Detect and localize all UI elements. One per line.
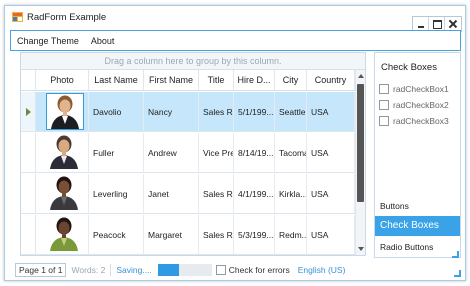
cell-first-name[interactable]: Janet xyxy=(144,174,199,213)
cell-country[interactable]: USA xyxy=(307,174,355,213)
cell-first-name[interactable]: Andrew xyxy=(144,133,199,172)
table-row[interactable]: PeacockMargaretSales Re...5/3/199...Redm… xyxy=(21,215,355,255)
employees-grid: Drag a column here to group by this colu… xyxy=(20,52,366,256)
cell-last-name[interactable]: Fuller xyxy=(89,133,144,172)
cell-city[interactable]: Kirkla... xyxy=(275,174,307,213)
row-indicator[interactable] xyxy=(21,133,36,172)
employee-photo xyxy=(46,175,84,212)
table-row[interactable]: DavolioNancySales Re...5/1/199...Seattle… xyxy=(21,92,355,132)
person-photo-icon xyxy=(51,95,79,129)
panel-title: Check Boxes xyxy=(381,62,437,73)
header-indicator xyxy=(21,70,36,90)
scroll-thumb[interactable] xyxy=(357,84,364,202)
column-header-last-name[interactable]: Last Name xyxy=(89,70,144,90)
cell-last-name[interactable]: Peacock xyxy=(89,215,144,254)
menu-change-theme[interactable]: Change Theme xyxy=(11,36,85,46)
checkbox-label: radCheckBox2 xyxy=(393,100,449,110)
table-row[interactable]: LeverlingJanetSales Re...4/1/199...Kirkl… xyxy=(21,174,355,214)
row-indicator[interactable] xyxy=(21,215,36,254)
cell-last-name[interactable]: Leverling xyxy=(89,174,144,213)
nav-item-check-boxes[interactable]: Check Boxes xyxy=(375,216,460,236)
menu-about[interactable]: About xyxy=(85,36,121,46)
saving-status: Saving.... xyxy=(116,265,152,275)
window-title: RadForm Example xyxy=(27,12,107,23)
cell-city[interactable]: Seattle xyxy=(275,92,307,131)
progress-fill xyxy=(157,264,180,276)
cell-hire-date[interactable]: 5/1/199... xyxy=(234,92,275,131)
row-indicator[interactable] xyxy=(21,92,36,131)
window-resize-grip-icon[interactable] xyxy=(454,270,461,277)
nav-item-buttons[interactable]: Buttons xyxy=(375,201,460,211)
column-header-city[interactable]: City xyxy=(275,70,307,90)
scroll-down-arrow-icon[interactable] xyxy=(358,247,364,251)
cell-first-name[interactable]: Nancy xyxy=(144,92,199,131)
checkbox-2[interactable]: radCheckBox2 xyxy=(379,100,449,110)
column-header-first-name[interactable]: First Name xyxy=(144,70,199,90)
cell-country[interactable]: USA xyxy=(307,215,355,254)
cell-country[interactable]: USA xyxy=(307,133,355,172)
cell-title[interactable]: Sales Re... xyxy=(199,92,234,131)
column-header-country[interactable]: Country xyxy=(307,70,355,90)
column-header-title[interactable]: Title xyxy=(199,70,234,90)
cell-hire-date[interactable]: 8/14/19... xyxy=(234,133,275,172)
person-photo-icon xyxy=(50,135,78,169)
main-window: RadForm Example Change Theme About Drag … xyxy=(4,5,466,281)
employee-photo xyxy=(46,216,84,253)
minimize-button[interactable] xyxy=(413,17,429,31)
check-for-errors-label: Check for errors xyxy=(228,265,290,275)
cell-city[interactable]: Tacoma xyxy=(275,133,307,172)
panel-resize-grip-icon[interactable] xyxy=(452,251,459,258)
close-button[interactable] xyxy=(445,17,461,31)
vertical-scrollbar[interactable] xyxy=(355,70,365,255)
checkbox-3[interactable]: radCheckBox3 xyxy=(379,116,449,126)
app-icon xyxy=(12,12,23,22)
checkbox-square[interactable] xyxy=(379,100,389,110)
photo-cell[interactable] xyxy=(36,133,89,172)
cell-title[interactable]: Sales Re... xyxy=(199,174,234,213)
status-bar: Page 1 of 1 Words: 2 Saving.... Check fo… xyxy=(10,261,461,279)
nav-item-radio-buttons[interactable]: Radio Buttons xyxy=(375,242,460,252)
page-view-panel: Check Boxes radCheckBox1 radCheckBox2 ra… xyxy=(374,52,461,258)
cell-title[interactable]: Sales Re... xyxy=(199,215,234,254)
checkbox-square[interactable] xyxy=(215,265,226,275)
current-row-arrow-icon xyxy=(26,108,31,116)
cell-city[interactable]: Redm... xyxy=(275,215,307,254)
photo-cell[interactable] xyxy=(36,215,89,254)
checkbox-label: radCheckBox3 xyxy=(393,116,449,126)
employee-photo xyxy=(46,134,84,171)
maximize-button[interactable] xyxy=(429,17,445,31)
title-bar: RadForm Example xyxy=(5,6,465,32)
language-indicator[interactable]: English (US) xyxy=(298,265,346,275)
photo-cell[interactable] xyxy=(36,174,89,213)
column-header-photo[interactable]: Photo xyxy=(36,70,89,90)
status-separator xyxy=(110,264,112,276)
cell-hire-date[interactable]: 5/3/199... xyxy=(234,215,275,254)
check-for-errors-checkbox[interactable]: Check for errors xyxy=(215,265,290,275)
person-photo-icon xyxy=(50,217,78,251)
employee-photo xyxy=(46,93,84,130)
checkbox-square[interactable] xyxy=(379,84,389,94)
cell-last-name[interactable]: Davolio xyxy=(89,92,144,131)
progress-bar xyxy=(157,264,212,276)
cell-title[interactable]: Vice Pre... xyxy=(199,133,234,172)
scroll-up-arrow-icon[interactable] xyxy=(358,74,364,78)
row-indicator[interactable] xyxy=(21,174,36,213)
word-count: Words: 2 xyxy=(71,265,106,275)
photo-cell[interactable] xyxy=(36,92,89,131)
grid-header: Photo Last Name First Name Title Hire D.… xyxy=(21,70,355,91)
page-indicator[interactable]: Page 1 of 1 xyxy=(15,263,67,277)
group-panel[interactable]: Drag a column here to group by this colu… xyxy=(21,53,365,70)
checkbox-1[interactable]: radCheckBox1 xyxy=(379,84,449,94)
menu-bar: Change Theme About xyxy=(10,30,461,51)
column-header-hire-date[interactable]: Hire D... xyxy=(234,70,275,90)
table-row[interactable]: FullerAndrewVice Pre...8/14/19...TacomaU… xyxy=(21,133,355,173)
checkbox-label: radCheckBox1 xyxy=(393,84,449,94)
checkbox-square[interactable] xyxy=(379,116,389,126)
cell-country[interactable]: USA xyxy=(307,92,355,131)
person-photo-icon xyxy=(50,176,78,210)
cell-first-name[interactable]: Margaret xyxy=(144,215,199,254)
cell-hire-date[interactable]: 4/1/199... xyxy=(234,174,275,213)
